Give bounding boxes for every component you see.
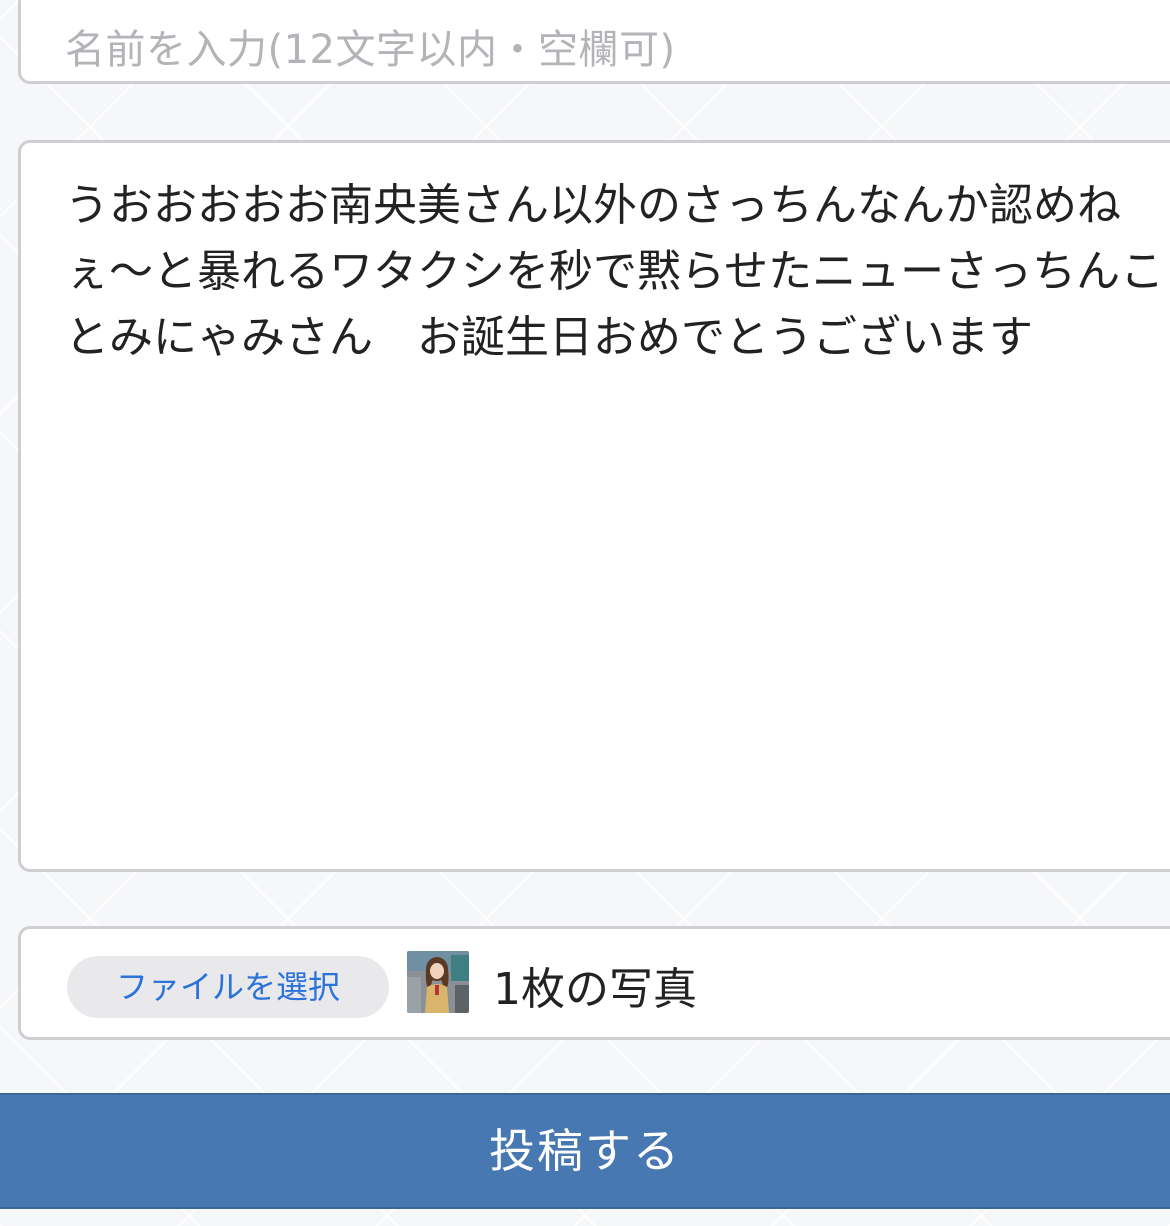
file-upload-row: ファイルを選択 1枚の写真 — [18, 926, 1170, 1040]
name-input[interactable]: 名前を入力(12文字以内・空欄可) — [18, 0, 1170, 84]
file-status-text: 1枚の写真 — [493, 964, 697, 1015]
message-text: うおおおおお南央美さん以外のさっちんなんか認めねぇ〜と暴れるワタクシを秒で黙らせ… — [65, 180, 1165, 363]
message-textarea[interactable]: うおおおおお南央美さん以外のさっちんなんか認めねぇ〜と暴れるワタクシを秒で黙らせ… — [18, 140, 1170, 872]
name-input-placeholder: 名前を入力(12文字以内・空欄可) — [65, 27, 676, 73]
submit-button[interactable]: 投稿する — [0, 1093, 1170, 1209]
choose-file-button[interactable]: ファイルを選択 — [67, 956, 389, 1018]
photo-thumbnail-icon — [407, 951, 469, 1013]
